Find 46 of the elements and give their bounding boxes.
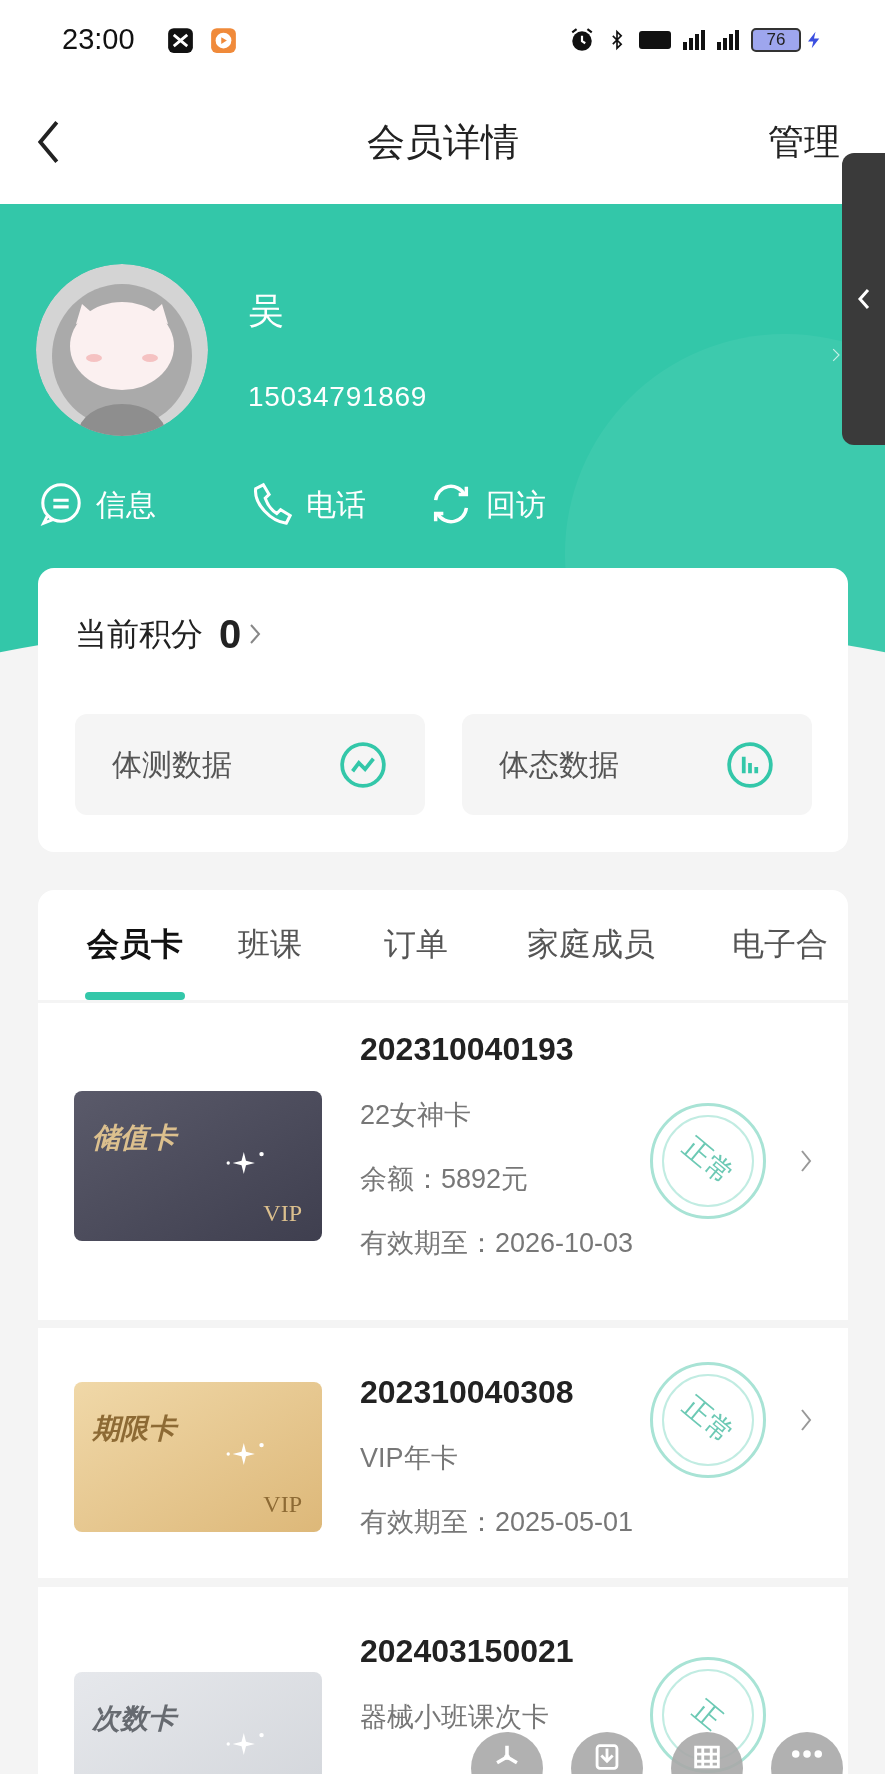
membership-card: 储值卡 VIP: [74, 1091, 322, 1241]
alarm-icon: [569, 27, 595, 53]
app-icon: [209, 26, 237, 54]
card-number: 202310040308: [360, 1373, 574, 1412]
battery-indicator: 76: [751, 28, 801, 52]
card-row[interactable]: 储值卡 VIP 202310040193 22女神卡 余额：5892元 有效期至：2026-10-03 正常: [38, 1003, 848, 1320]
tab[interactable]: 班课: [238, 920, 302, 1000]
card-number: 202403150021: [360, 1632, 574, 1671]
membership-card: 期限卡 VIP: [74, 1382, 322, 1532]
tab[interactable]: 会员卡: [85, 920, 185, 1000]
trend-chart-icon: [338, 739, 388, 790]
manage-button[interactable]: 管理: [768, 115, 840, 169]
card-detail: 余额：5892元: [360, 1163, 529, 1196]
side-panel-handle[interactable]: [842, 153, 885, 445]
page-title: 会员详情: [366, 119, 519, 165]
card-number: 202310040193: [360, 1030, 574, 1069]
signal-icon: [717, 30, 739, 50]
more-icon: [792, 1750, 822, 1758]
chevron-right-icon: [800, 1149, 812, 1173]
signal-icon: [683, 30, 705, 50]
hd-icon: [639, 28, 671, 52]
membership-card: 次数卡: [74, 1672, 322, 1774]
data-button[interactable]: 体测数据: [75, 714, 425, 815]
tab[interactable]: 家庭成员: [527, 920, 655, 1000]
chevron-right-icon: [249, 622, 262, 646]
tab[interactable]: 订单: [384, 920, 448, 1000]
chevron-right-icon: [800, 1408, 812, 1432]
card-detail: 器械小班课次卡: [360, 1701, 549, 1734]
data-button[interactable]: 体态数据: [462, 714, 812, 815]
card-detail: 有效期至：2025-05-01: [360, 1506, 634, 1539]
status-stamp: 正常: [650, 1362, 766, 1478]
member-phone: 15034791869: [248, 380, 427, 414]
message-icon: [38, 481, 84, 527]
status-time: 23:00: [62, 22, 135, 58]
member-name: 吴: [248, 289, 284, 333]
card-detail: 有效期至：2026-10-03: [360, 1227, 634, 1260]
points-link[interactable]: 当前积分 0: [75, 604, 262, 664]
bar-chart-icon: [725, 739, 775, 790]
card-row[interactable]: 期限卡 VIP 202310040308 VIP年卡 有效期至：2025-05-01 正常: [38, 1328, 848, 1578]
tab[interactable]: 电子合: [732, 920, 828, 1000]
card-row[interactable]: 次数卡 202403150021 器械小班课次卡 正: [38, 1587, 848, 1774]
back-icon: [37, 120, 59, 164]
card-detail: 22女神卡: [360, 1099, 472, 1132]
status-stamp: 正常: [650, 1103, 766, 1219]
app-icon: [166, 26, 194, 54]
card-detail: VIP年卡: [360, 1442, 458, 1475]
